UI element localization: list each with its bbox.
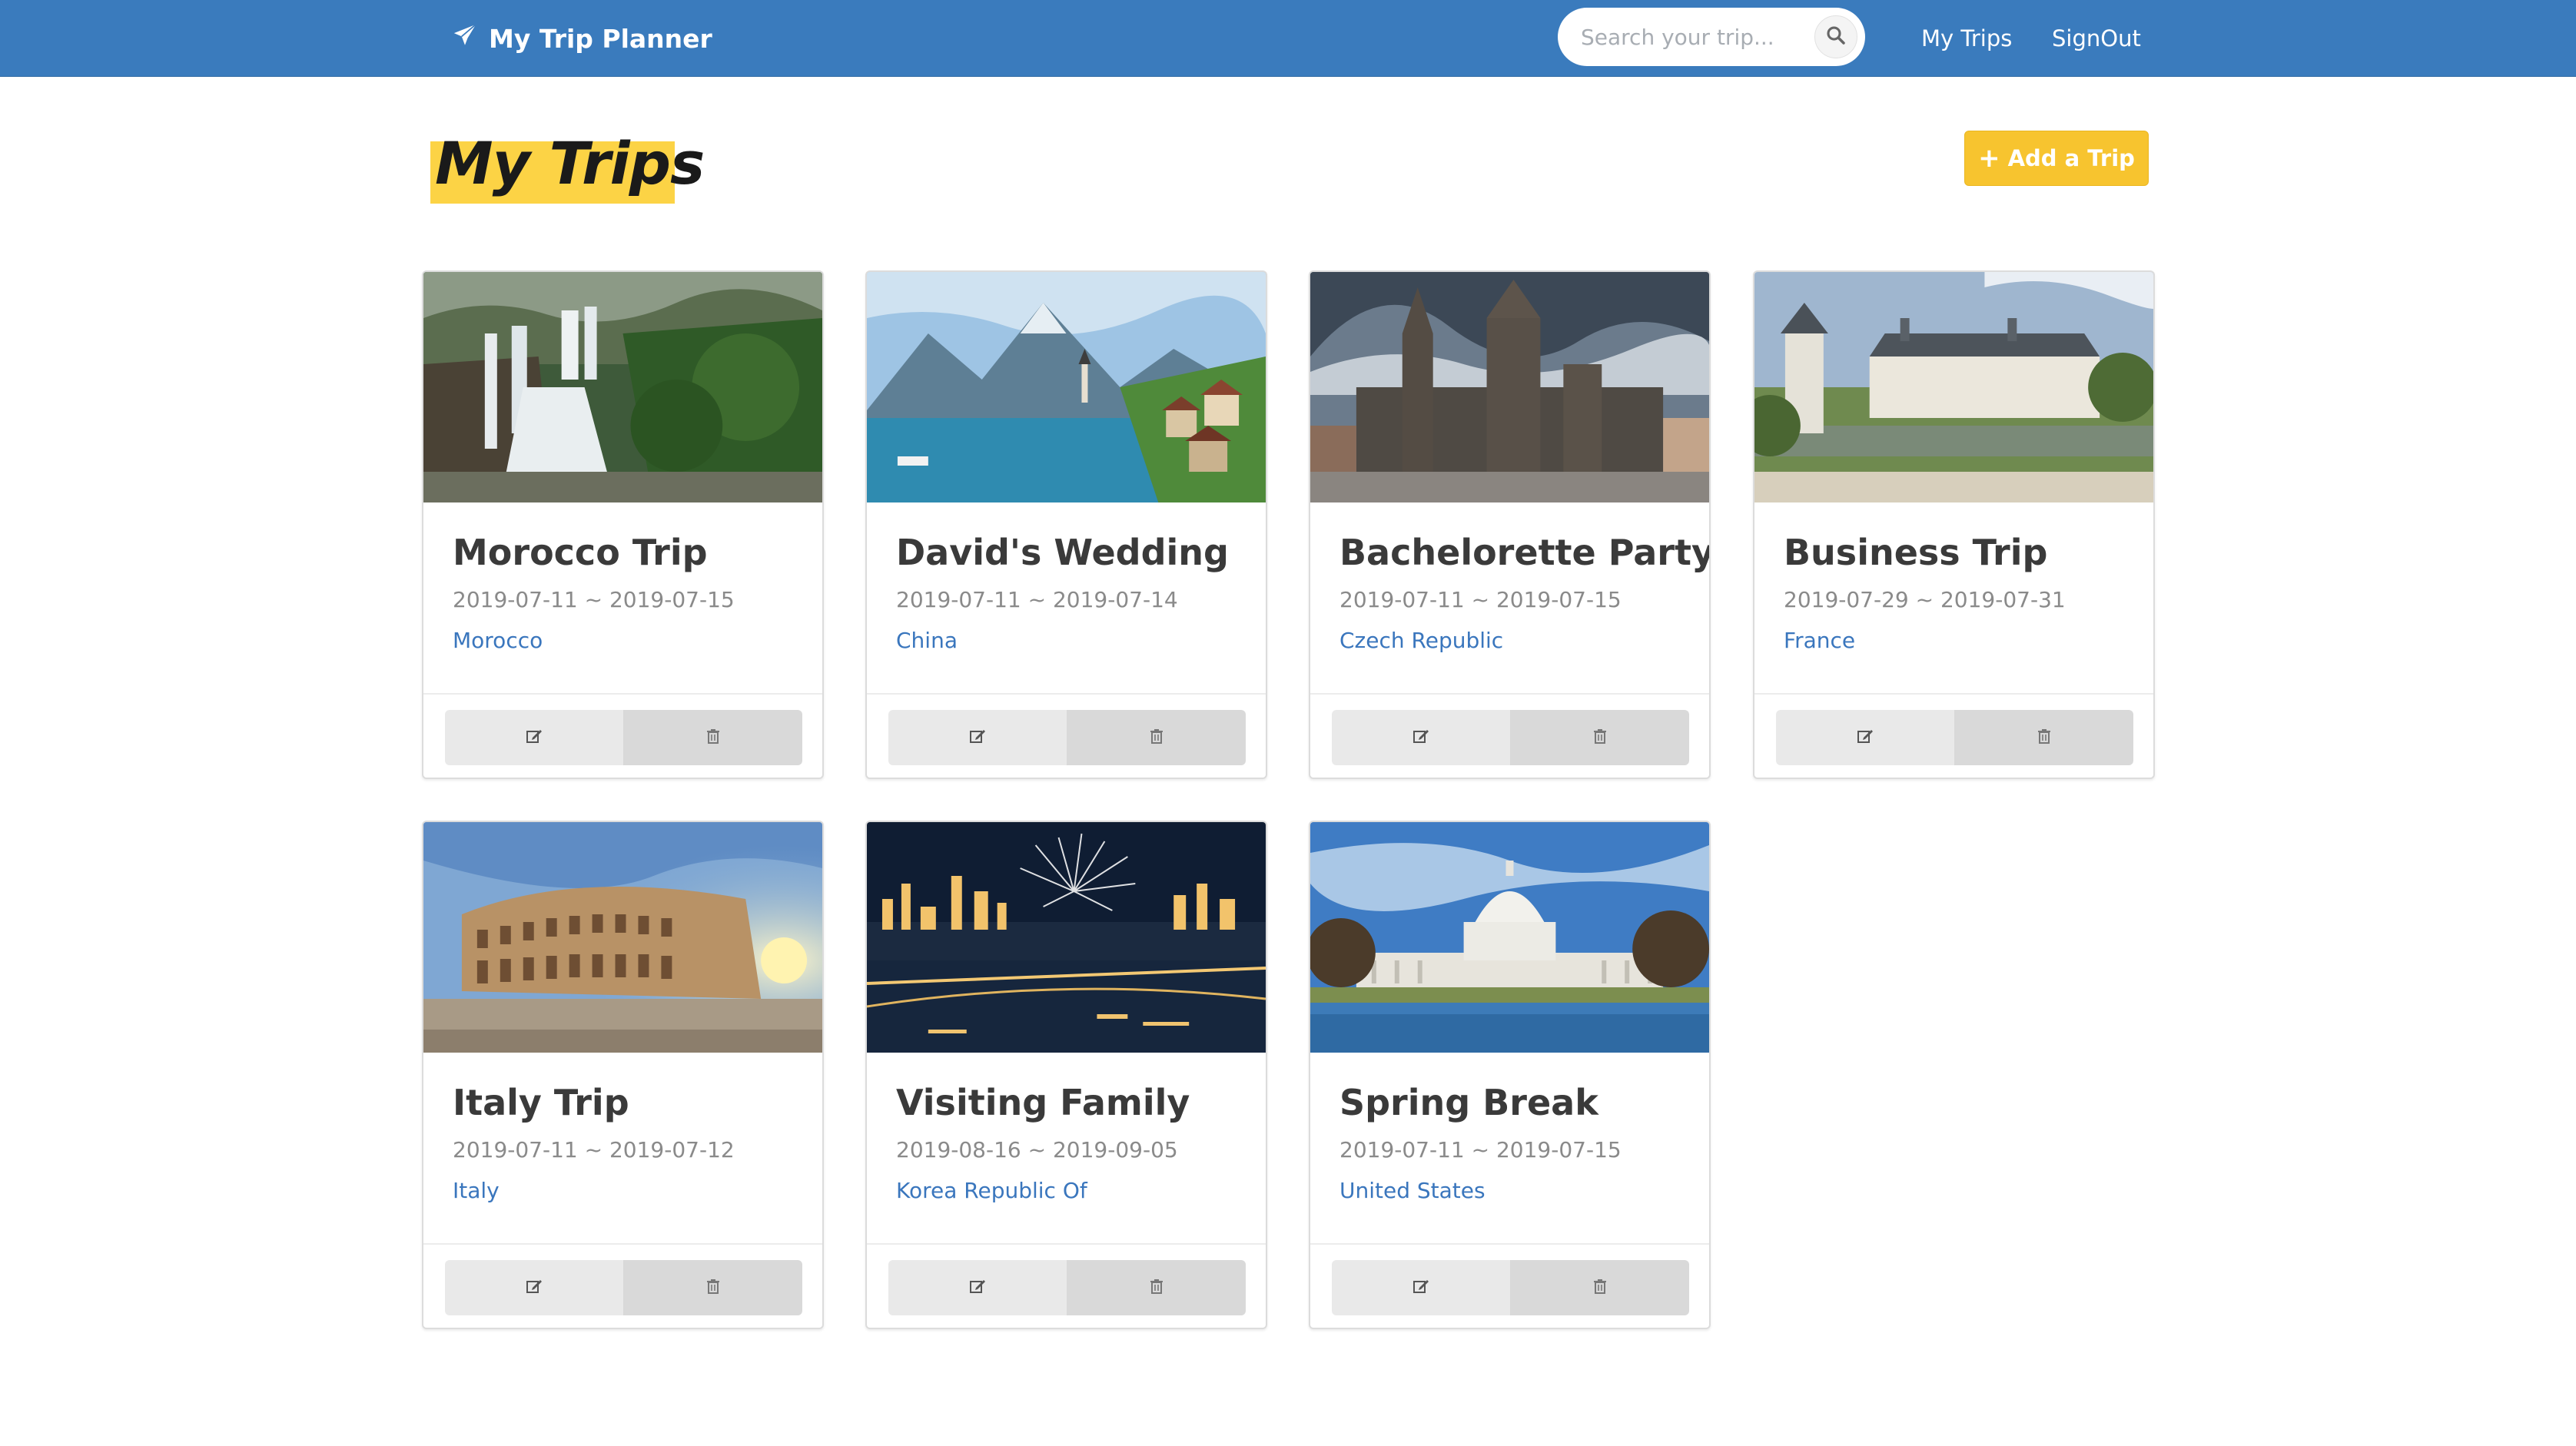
trip-dates: 2019-08-16 ~ 2019-09-05 <box>896 1137 1178 1162</box>
delete-trip-button[interactable] <box>1511 710 1689 765</box>
plus-icon: + <box>1978 143 2000 174</box>
trash-icon <box>1591 727 1609 748</box>
trash-icon <box>2035 727 2053 748</box>
trip-location-link[interactable]: Czech Republic <box>1339 628 1503 653</box>
trip-actions <box>888 1260 1246 1315</box>
search-button[interactable] <box>1814 15 1857 58</box>
delete-trip-button[interactable] <box>624 1260 802 1315</box>
nav-my-trips[interactable]: My Trips <box>1921 0 2012 77</box>
card-divider <box>1310 693 1709 695</box>
trip-location-link[interactable]: China <box>896 628 958 653</box>
trip-card[interactable]: Spring Break 2019-07-11 ~ 2019-07-15 Uni… <box>1309 821 1711 1329</box>
trash-icon <box>1591 1277 1609 1298</box>
trip-title[interactable]: David's Wedding <box>896 532 1229 573</box>
edit-trip-button[interactable] <box>445 1260 624 1315</box>
delete-trip-button[interactable] <box>624 710 802 765</box>
trash-icon <box>1147 727 1166 748</box>
trip-title[interactable]: Visiting Family <box>896 1082 1190 1123</box>
trash-icon <box>704 727 722 748</box>
navbar: My Trip Planner My Trips SignOut <box>0 0 2576 77</box>
nav-sign-out[interactable]: SignOut <box>2052 0 2141 77</box>
trip-card[interactable]: David's Wedding 2019-07-11 ~ 2019-07-14 … <box>865 270 1267 779</box>
trip-card[interactable]: Morocco Trip 2019-07-11 ~ 2019-07-15 Mor… <box>422 270 824 779</box>
trip-card[interactable]: Bachelorette Party 2019-07-11 ~ 2019-07-… <box>1309 270 1711 779</box>
trip-actions <box>888 710 1246 765</box>
trip-photo[interactable] <box>423 822 822 1053</box>
edit-trip-button[interactable] <box>888 1260 1067 1315</box>
edit-icon <box>525 1277 543 1298</box>
page-title: My Trips <box>435 129 705 197</box>
trip-dates: 2019-07-11 ~ 2019-07-15 <box>1339 1137 1622 1162</box>
page-title-block: My Trips <box>430 129 705 204</box>
delete-trip-button[interactable] <box>1955 710 2133 765</box>
trip-actions <box>445 1260 802 1315</box>
trip-location-link[interactable]: France <box>1784 628 1855 653</box>
delete-trip-button[interactable] <box>1067 710 1246 765</box>
search-bar <box>1558 8 1865 66</box>
trip-photo[interactable] <box>867 822 1266 1053</box>
search-input[interactable] <box>1581 24 1811 50</box>
card-divider <box>1754 693 2153 695</box>
card-divider <box>423 1243 822 1245</box>
card-divider <box>1310 1243 1709 1245</box>
trip-dates: 2019-07-11 ~ 2019-07-15 <box>453 587 735 612</box>
trip-photo[interactable] <box>423 272 822 502</box>
trip-card[interactable]: Italy Trip 2019-07-11 ~ 2019-07-12 Italy <box>422 821 824 1329</box>
trip-photo[interactable] <box>1310 822 1709 1053</box>
edit-icon <box>1412 1277 1430 1298</box>
trip-title[interactable]: Spring Break <box>1339 1082 1598 1123</box>
brand-link[interactable]: My Trip Planner <box>452 0 712 77</box>
search-icon <box>1824 24 1847 50</box>
brand-label: My Trip Planner <box>489 23 712 54</box>
trip-photo[interactable] <box>1310 272 1709 502</box>
edit-trip-button[interactable] <box>888 710 1067 765</box>
trip-dates: 2019-07-29 ~ 2019-07-31 <box>1784 587 2066 612</box>
trip-photo[interactable] <box>1754 272 2153 502</box>
edit-trip-button[interactable] <box>1332 710 1511 765</box>
trip-actions <box>1332 710 1689 765</box>
edit-trip-button[interactable] <box>445 710 624 765</box>
trip-dates: 2019-07-11 ~ 2019-07-12 <box>453 1137 735 1162</box>
trip-location-link[interactable]: Morocco <box>453 628 543 653</box>
trip-actions <box>1776 710 2133 765</box>
card-divider <box>867 1243 1266 1245</box>
trip-title[interactable]: Morocco Trip <box>453 532 708 573</box>
card-divider <box>867 693 1266 695</box>
trip-card[interactable]: Business Trip 2019-07-29 ~ 2019-07-31 Fr… <box>1753 270 2155 779</box>
delete-trip-button[interactable] <box>1067 1260 1246 1315</box>
edit-icon <box>968 1277 987 1298</box>
trip-title[interactable]: Italy Trip <box>453 1082 629 1123</box>
trip-location-link[interactable]: United States <box>1339 1178 1486 1203</box>
trip-card[interactable]: Visiting Family 2019-08-16 ~ 2019-09-05 … <box>865 821 1267 1329</box>
trip-photo[interactable] <box>867 272 1266 502</box>
edit-icon <box>1856 727 1874 748</box>
trip-dates: 2019-07-11 ~ 2019-07-15 <box>1339 587 1622 612</box>
trash-icon <box>1147 1277 1166 1298</box>
trash-icon <box>704 1277 722 1298</box>
delete-trip-button[interactable] <box>1511 1260 1689 1315</box>
trip-location-link[interactable]: Korea Republic Of <box>896 1178 1087 1203</box>
paper-plane-icon <box>452 22 478 55</box>
trip-actions <box>1332 1260 1689 1315</box>
trip-actions <box>445 710 802 765</box>
trip-location-link[interactable]: Italy <box>453 1178 500 1203</box>
card-divider <box>423 693 822 695</box>
trip-title[interactable]: Business Trip <box>1784 532 2047 573</box>
add-trip-label: Add a Trip <box>2007 145 2135 171</box>
trip-title[interactable]: Bachelorette Party <box>1339 532 1709 573</box>
add-trip-button[interactable]: + Add a Trip <box>1964 131 2149 186</box>
edit-trip-button[interactable] <box>1776 710 1955 765</box>
edit-trip-button[interactable] <box>1332 1260 1511 1315</box>
edit-icon <box>968 727 987 748</box>
edit-icon <box>525 727 543 748</box>
edit-icon <box>1412 727 1430 748</box>
trip-dates: 2019-07-11 ~ 2019-07-14 <box>896 587 1178 612</box>
